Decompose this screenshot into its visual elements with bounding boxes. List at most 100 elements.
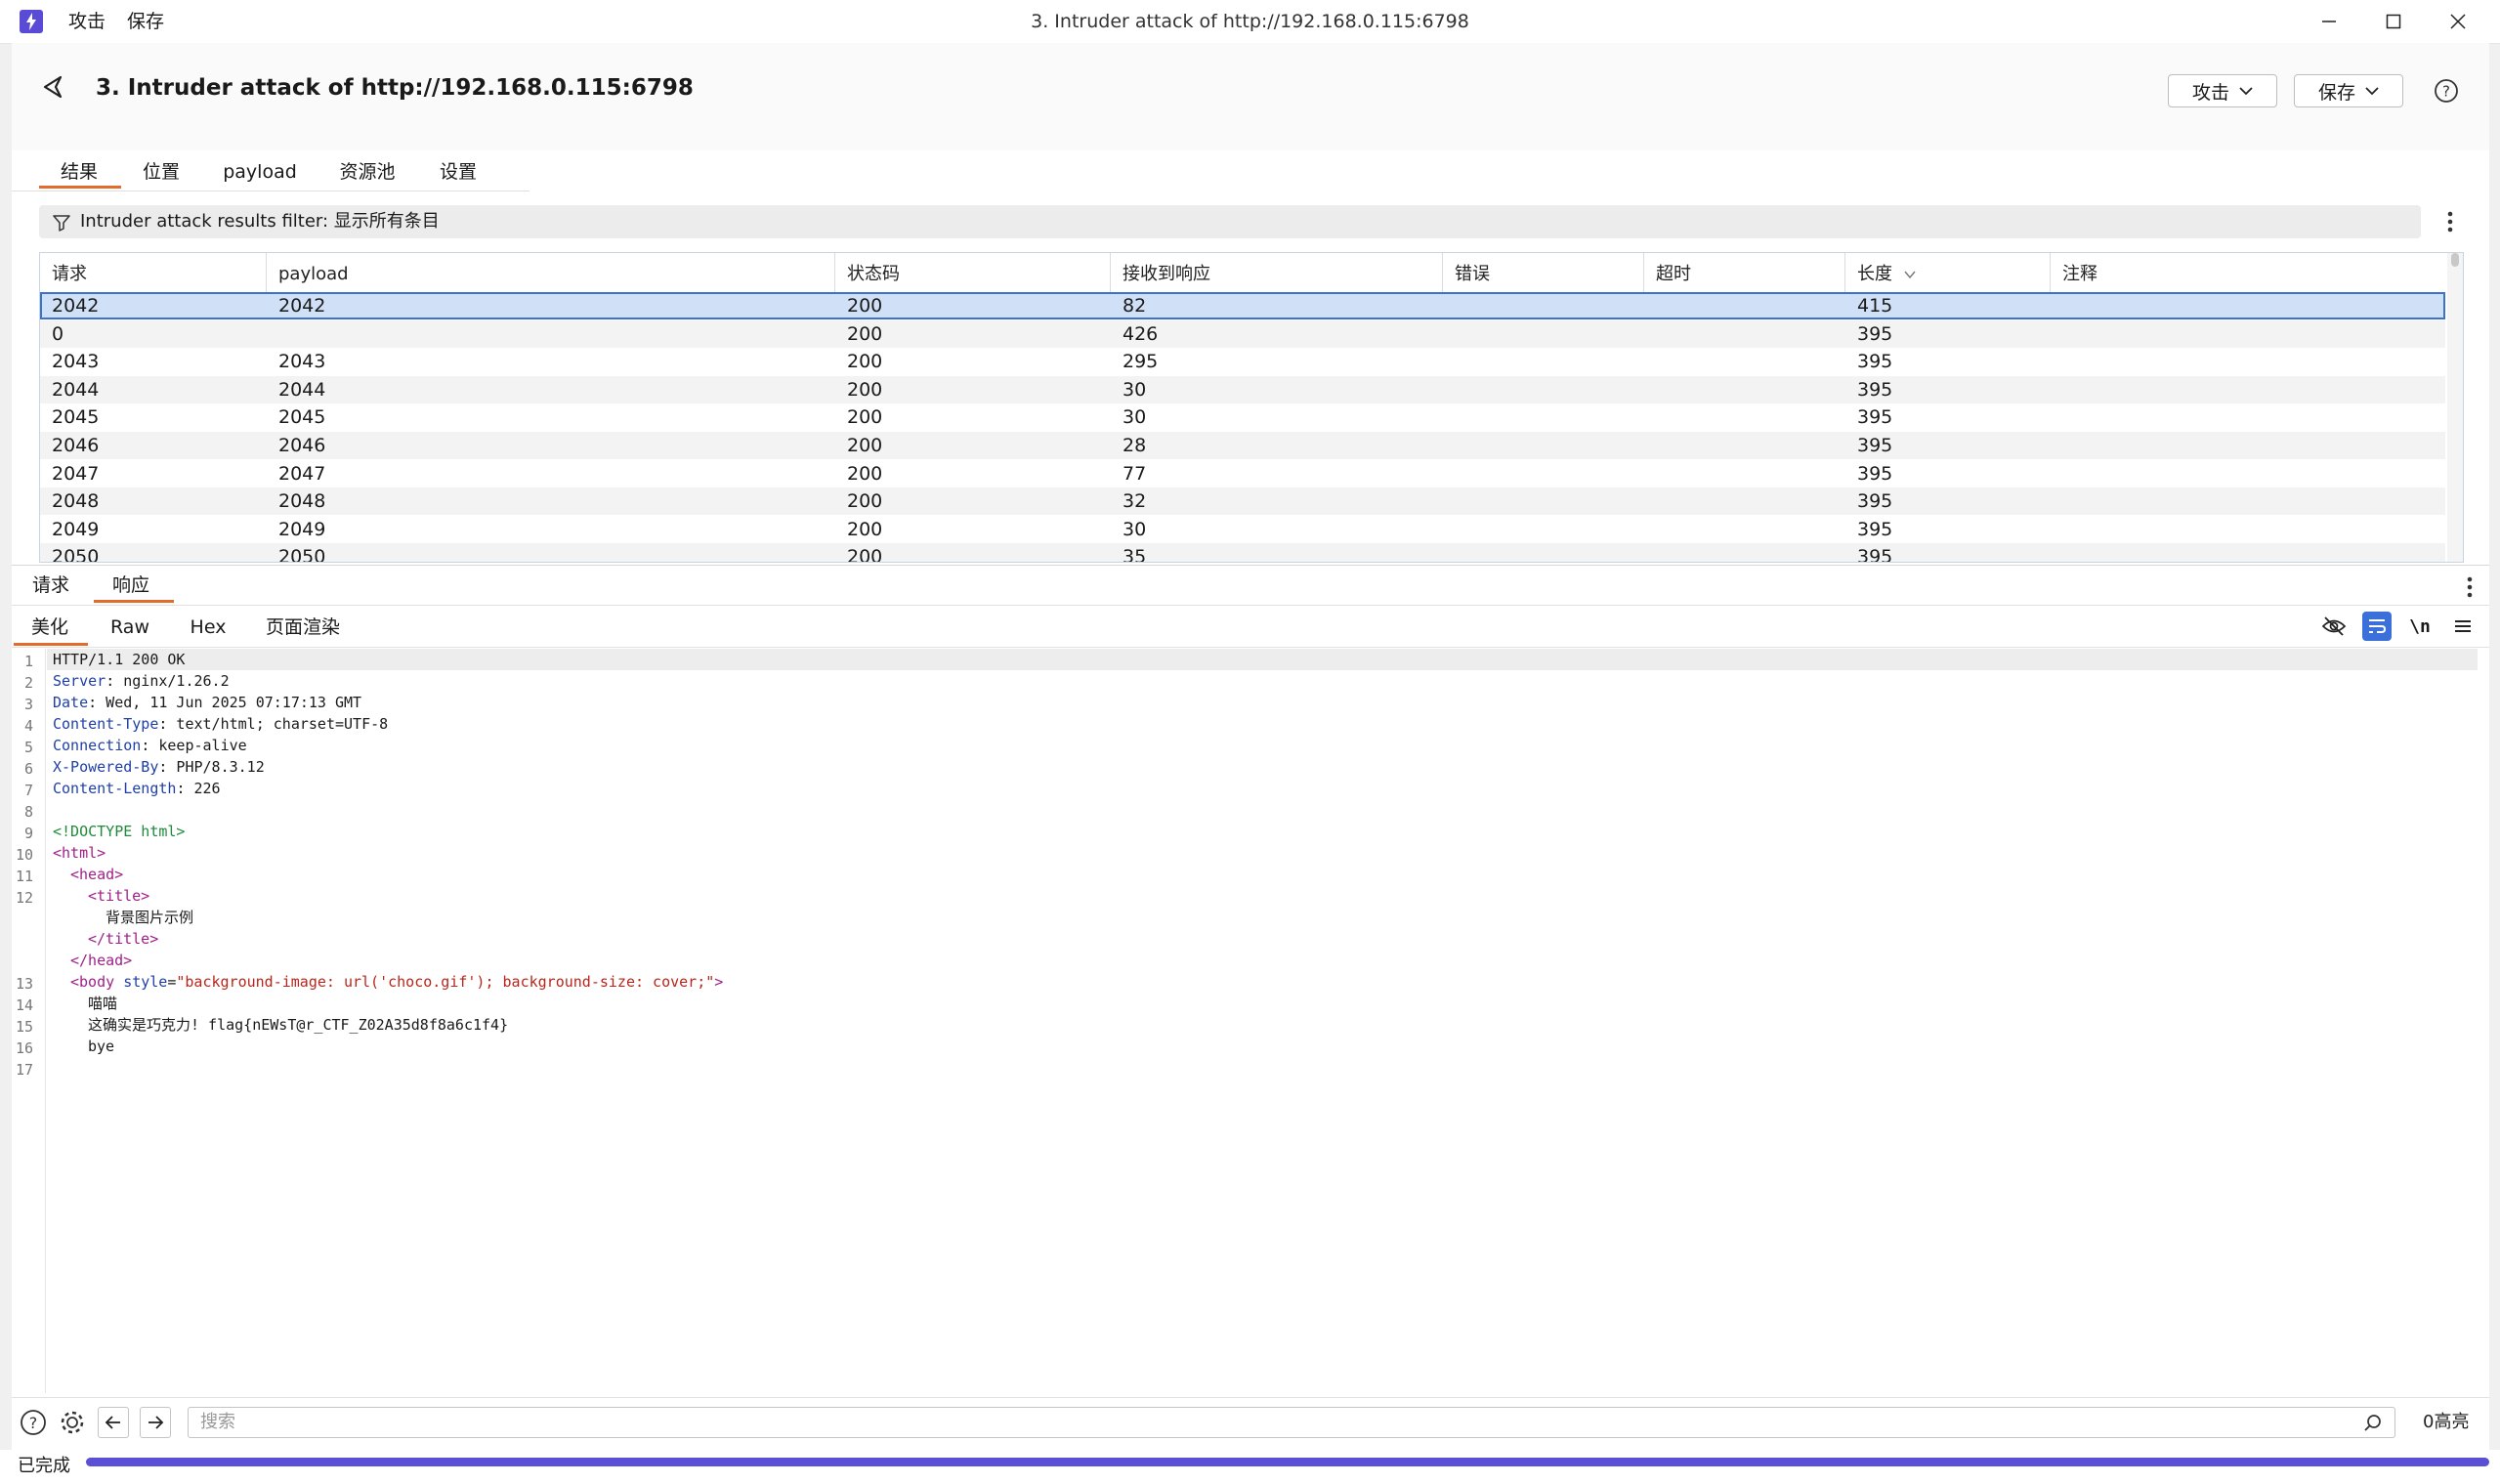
header-key: Server xyxy=(53,672,106,690)
wrap-lines-icon[interactable] xyxy=(2362,612,2392,641)
table-scrollbar-thumb[interactable] xyxy=(2451,253,2459,267)
cell-payload: 2042 xyxy=(278,295,326,317)
maximize-button[interactable] xyxy=(2374,8,2413,35)
tab-resource-pool[interactable]: 资源池 xyxy=(332,156,403,188)
tab-hex[interactable]: Hex xyxy=(186,613,231,642)
more-options-icon[interactable] xyxy=(2438,207,2462,236)
attack-dropdown-button[interactable]: 攻击 xyxy=(2168,74,2277,107)
table-row[interactable]: 2042 2042 200 82 415 xyxy=(40,292,2445,319)
tab-raw[interactable]: Raw xyxy=(107,613,152,642)
save-button-label: 保存 xyxy=(2317,81,2355,104)
cell-timeout xyxy=(1644,432,1845,459)
table-row[interactable]: 2044 2044 200 30 395 xyxy=(40,375,2445,403)
table-row[interactable]: 2047 2047 200 77 395 xyxy=(40,460,2445,488)
cell-status: 200 xyxy=(847,406,883,429)
cell-status: 200 xyxy=(847,322,883,345)
column-header-response-received[interactable]: 接收到响应 xyxy=(1111,253,1443,292)
table-row[interactable]: 2048 2048 200 32 395 xyxy=(40,488,2445,516)
column-header-status[interactable]: 状态码 xyxy=(835,253,1111,292)
tab-response[interactable]: 响应 xyxy=(107,571,154,600)
cell-request: 2048 xyxy=(52,490,100,513)
filter-label: Intruder attack results filter: 显示所有条目 xyxy=(80,211,440,232)
tab-results[interactable]: 结果 xyxy=(55,156,104,188)
table-row[interactable]: 2046 2046 200 28 395 xyxy=(40,432,2445,459)
column-header-error[interactable]: 错误 xyxy=(1443,253,1644,292)
menu-attack[interactable]: 攻击 xyxy=(68,8,106,35)
menu-icon[interactable] xyxy=(2448,612,2478,641)
code-line-head-close: </head> xyxy=(70,952,133,969)
cell-status: 200 xyxy=(847,351,883,373)
code-line-text: 喵喵 xyxy=(88,995,118,1012)
line-number: 8 xyxy=(23,803,33,821)
line-number: 4 xyxy=(23,717,33,735)
panel-more-options-icon[interactable] xyxy=(2458,572,2481,602)
cell-timeout xyxy=(1644,292,1845,319)
line-number: 16 xyxy=(15,1039,33,1057)
code-line-html: <html> xyxy=(53,844,106,862)
table-row[interactable]: 2050 2050 200 35 395 xyxy=(40,543,2445,563)
line-number: 15 xyxy=(15,1018,33,1036)
view-mode-bar xyxy=(12,608,2489,648)
cell-timeout xyxy=(1644,320,1845,348)
cell-timeout xyxy=(1644,488,1845,515)
tab-pretty[interactable]: 美化 xyxy=(27,613,72,642)
table-row[interactable]: 2045 2045 200 30 395 xyxy=(40,403,2445,431)
cell-error xyxy=(1443,432,1644,459)
search-input[interactable]: 搜索 xyxy=(188,1407,2395,1438)
cell-response-received: 35 xyxy=(1123,546,1147,563)
cell-status: 200 xyxy=(847,435,883,456)
help-icon[interactable]: ? xyxy=(2434,78,2459,104)
tab-render[interactable]: 页面渲染 xyxy=(262,613,344,642)
burp-logo-icon xyxy=(20,10,43,33)
column-header-request[interactable]: 请求 xyxy=(40,253,267,292)
results-filter-bar[interactable]: Intruder attack results filter: 显示所有条目 xyxy=(39,205,2421,238)
settings-gear-icon[interactable] xyxy=(57,1407,88,1438)
column-header-length-label: 长度 xyxy=(1857,264,1892,284)
cell-error xyxy=(1443,488,1644,515)
tab-payloads[interactable]: payload xyxy=(219,156,301,188)
cell-error xyxy=(1443,320,1644,348)
cell-request: 2049 xyxy=(52,518,100,540)
tab-positions[interactable]: 位置 xyxy=(137,156,186,188)
table-row[interactable]: 2043 2043 200 295 395 xyxy=(40,348,2445,375)
next-match-button[interactable] xyxy=(140,1407,171,1438)
intruder-send-icon[interactable] xyxy=(37,70,70,104)
cell-timeout xyxy=(1644,403,1845,431)
column-header-comment[interactable]: 注释 xyxy=(2051,253,2445,292)
previous-match-button[interactable] xyxy=(98,1407,129,1438)
search-icon xyxy=(2364,1415,2381,1431)
cell-payload: 2045 xyxy=(278,406,326,429)
newline-icon[interactable]: \n xyxy=(2405,612,2435,641)
cell-request: 2050 xyxy=(52,546,100,563)
body-attr: style xyxy=(123,973,168,991)
column-header-length[interactable]: 长度 xyxy=(1845,253,2051,292)
cell-request: 2047 xyxy=(52,462,100,485)
cell-request: 2044 xyxy=(52,378,100,401)
menu-save[interactable]: 保存 xyxy=(127,8,164,35)
close-button[interactable] xyxy=(2438,8,2478,35)
cell-response-received: 295 xyxy=(1123,351,1159,373)
svg-text:?: ? xyxy=(29,1414,38,1432)
save-dropdown-button[interactable]: 保存 xyxy=(2294,74,2403,107)
line-number: 11 xyxy=(15,868,33,885)
status-line: HTTP/1.1 200 OK xyxy=(53,651,186,668)
cell-status: 200 xyxy=(847,295,883,317)
column-header-payload[interactable]: payload xyxy=(267,253,835,292)
cell-comment xyxy=(2051,432,2445,459)
header-key: Content-Length xyxy=(53,780,177,797)
status-text: 已完成 xyxy=(18,1456,70,1476)
tab-request[interactable]: 请求 xyxy=(27,571,74,600)
header-key: X-Powered-By xyxy=(53,758,159,776)
table-scrollbar[interactable] xyxy=(2447,253,2463,562)
tab-settings[interactable]: 设置 xyxy=(434,156,483,188)
table-row[interactable]: 0 200 426 395 xyxy=(40,319,2445,348)
code-line-head: <head> xyxy=(70,866,124,883)
eye-off-icon[interactable] xyxy=(2319,612,2349,641)
header-value: : nginx/1.26.2 xyxy=(106,672,230,690)
table-row[interactable]: 2049 2049 200 30 395 xyxy=(40,516,2445,543)
minimize-button[interactable] xyxy=(2309,8,2349,35)
active-tab-indicator xyxy=(39,186,121,189)
active-panel-indicator xyxy=(94,600,174,603)
column-header-timeout[interactable]: 超时 xyxy=(1644,253,1845,292)
help-icon[interactable]: ? xyxy=(18,1407,49,1438)
